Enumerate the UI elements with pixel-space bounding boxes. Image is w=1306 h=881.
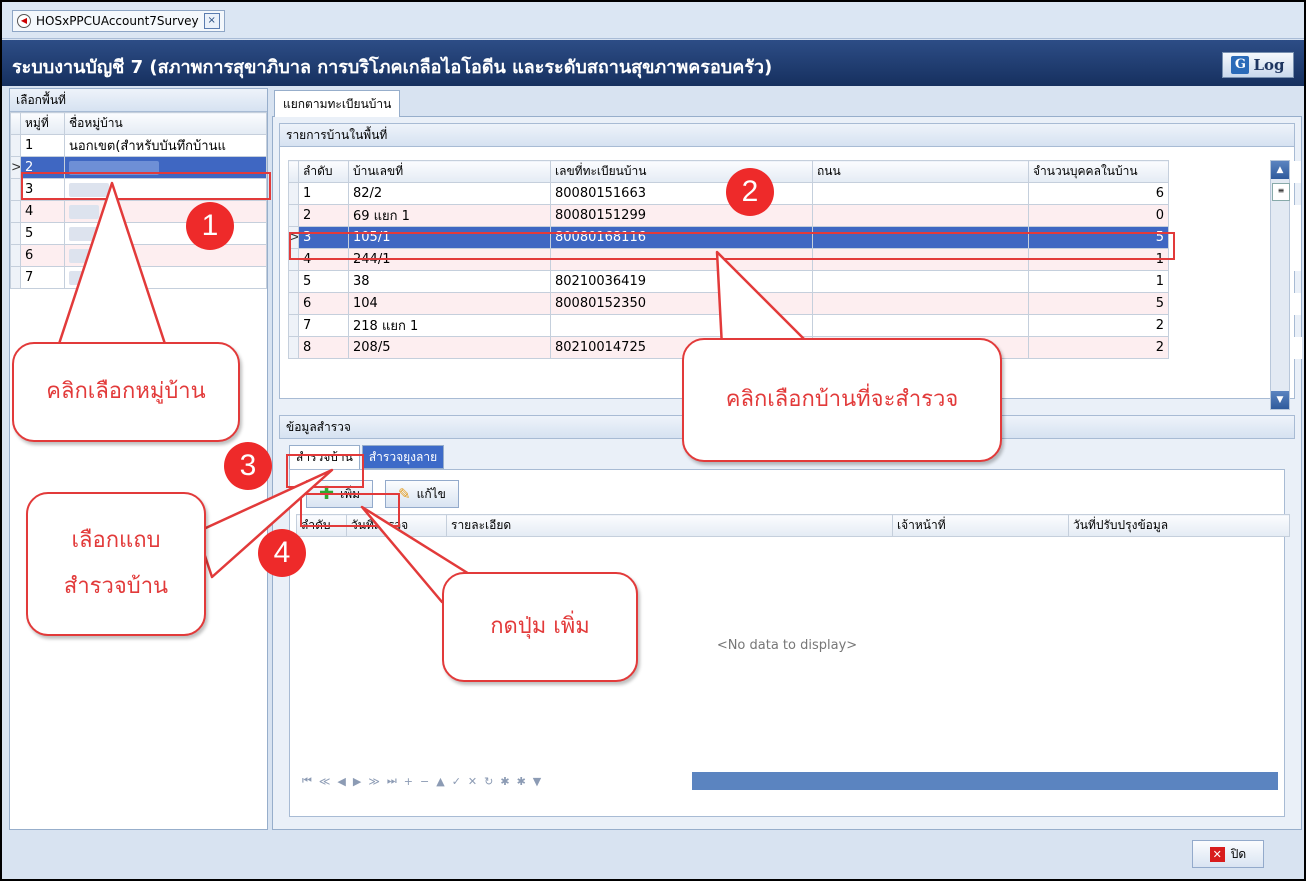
callout-select-tab-line1: เลือกแถบ (71, 528, 161, 553)
callout-select-tab: เลือกแถบ สำรวจบ้าน (26, 492, 206, 636)
callout-select-village: คลิกเลือกหมู่บ้าน (12, 342, 240, 442)
step-marker-4: 4 (258, 529, 306, 577)
pointer-to-house (715, 250, 814, 349)
app-window: ◀ HOSxPPCUAccount7Survey × ระบบงานบัญชี … (0, 0, 1306, 881)
callout-select-tab-line2: สำรวจบ้าน (63, 574, 169, 599)
pointer-to-village (55, 181, 169, 352)
step-marker-2: 2 (726, 168, 774, 216)
tab-by-house-registration[interactable]: แยกตามทะเบียนบ้าน (274, 90, 401, 117)
callout-select-house: คลิกเลือกบ้านที่จะสำรวจ (682, 338, 1002, 462)
step-marker-3: 3 (224, 442, 272, 490)
step-marker-1: 1 (186, 202, 234, 250)
callout-press-add: กดปุ่ม เพิ่ม (442, 572, 638, 682)
